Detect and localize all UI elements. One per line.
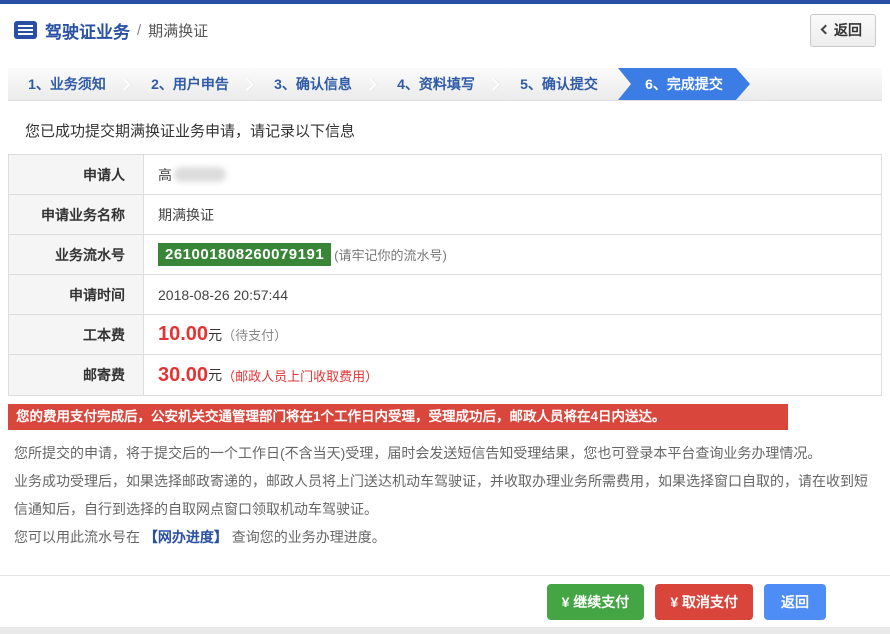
postage-note: （邮政人员上门收取费用） (222, 366, 378, 385)
row-label: 申请时间 (9, 275, 144, 314)
fee-amount: 10.00 (158, 323, 208, 346)
step-label: 5、确认提交 (520, 74, 598, 94)
progress-hint-suffix: 查询您的业务办理进度。 (232, 529, 386, 545)
table-row-applicant: 申请人 高 (9, 155, 881, 195)
success-message: 您已成功提交期满换证业务申请，请记录以下信息 (0, 101, 890, 154)
step-label: 6、完成提交 (645, 74, 723, 94)
notice-text-block: 您所提交的申请，将于提交后的一个工作日(不含当天)受理，届时会发送短信告知受理结… (0, 430, 890, 551)
fee-unit: 元 (208, 325, 222, 345)
step-3-confirm-info: 3、确认信息 (254, 68, 372, 100)
step-label: 1、业务须知 (28, 74, 106, 94)
row-label: 业务流水号 (9, 235, 144, 274)
continue-payment-button[interactable]: ¥ 继续支付 (547, 584, 645, 620)
step-5-confirm-submit: 5、确认提交 (500, 68, 618, 100)
step-4-fill-data: 4、资料填写 (377, 68, 495, 100)
application-info-table: 申请人 高 申请业务名称 期满换证 业务流水号 2610018082600791… (8, 154, 882, 396)
row-value: 高 (144, 155, 881, 194)
payment-warning-banner: 您的费用支付完成后，公安机关交通管理部门将在1个工作日内受理，受理成功后，邮政人… (8, 404, 788, 430)
row-value: 期满换证 (144, 195, 881, 234)
notice-paragraph-2: 业务成功受理后，如果选择邮政寄递的，邮政人员将上门送达机动车驾驶证，并收取办理业… (14, 467, 870, 523)
page-header: 驾驶证业务 / 期满换证 返回 (0, 4, 890, 56)
step-6-complete-submit-active: 6、完成提交 (618, 68, 750, 100)
row-value: 2018-08-26 20:57:44 (144, 275, 881, 314)
row-label: 工本费 (9, 315, 144, 354)
page-title: 驾驶证业务 (45, 18, 130, 43)
postage-unit: 元 (208, 365, 222, 385)
postage-amount: 30.00 (158, 364, 208, 387)
step-label: 2、用户申告 (151, 74, 229, 94)
serial-number-note: (请牢记你的流水号) (334, 245, 447, 264)
chevron-left-icon (821, 25, 831, 35)
page: 驾驶证业务 / 期满换证 返回 1、业务须知 2、用户申告 3、确认信息 4、资… (0, 0, 890, 634)
redacted-name-blur (174, 167, 226, 182)
row-label: 申请业务名称 (9, 195, 144, 234)
applicant-name: 高 (158, 165, 172, 185)
table-row-apply-time: 申请时间 2018-08-26 20:57:44 (9, 275, 881, 315)
row-value: 10.00 元 （待支付） (144, 315, 881, 354)
progress-hint-prefix: 您可以用此流水号在 (14, 529, 140, 545)
header-back-button[interactable]: 返回 (810, 14, 876, 47)
row-label: 申请人 (9, 155, 144, 194)
progress-hint-line: 您可以用此流水号在 【网办进度】 查询您的业务办理进度。 (14, 523, 870, 551)
header-back-label: 返回 (834, 20, 862, 40)
notice-paragraph-1: 您所提交的申请，将于提交后的一个工作日(不含当天)受理，届时会发送短信告知受理结… (14, 439, 870, 467)
row-value: 261001808260079191 (请牢记你的流水号) (144, 235, 881, 274)
step-progress-bar: 1、业务须知 2、用户申告 3、确认信息 4、资料填写 5、确认提交 6、完成提… (8, 68, 882, 101)
row-label: 邮寄费 (9, 355, 144, 395)
table-row-business-name: 申请业务名称 期满换证 (9, 195, 881, 235)
action-button-bar: ¥ 继续支付 ¥ 取消支付 返回 (0, 575, 890, 627)
cancel-payment-button[interactable]: ¥ 取消支付 (655, 584, 753, 620)
table-row-serial-number: 业务流水号 261001808260079191 (请牢记你的流水号) (9, 235, 881, 275)
progress-menu-reference: 【网办进度】 (144, 529, 228, 545)
row-value: 30.00 元 （邮政人员上门收取费用） (144, 355, 881, 395)
footer-background-strip (0, 627, 890, 634)
step-1-business-notice: 1、业务须知 (8, 68, 126, 100)
serial-number-badge: 261001808260079191 (158, 243, 331, 266)
return-button[interactable]: 返回 (764, 584, 826, 620)
step-label: 4、资料填写 (397, 74, 475, 94)
step-bar-filler (750, 68, 882, 100)
breadcrumb-separator: / (137, 22, 141, 39)
list-icon (14, 21, 37, 39)
step-2-user-declaration: 2、用户申告 (131, 68, 249, 100)
table-row-production-fee: 工本费 10.00 元 （待支付） (9, 315, 881, 355)
breadcrumb-current: 期满换证 (148, 20, 208, 41)
fee-note: （待支付） (222, 325, 287, 344)
step-label: 3、确认信息 (274, 74, 352, 94)
table-row-postage-fee: 邮寄费 30.00 元 （邮政人员上门收取费用） (9, 355, 881, 395)
